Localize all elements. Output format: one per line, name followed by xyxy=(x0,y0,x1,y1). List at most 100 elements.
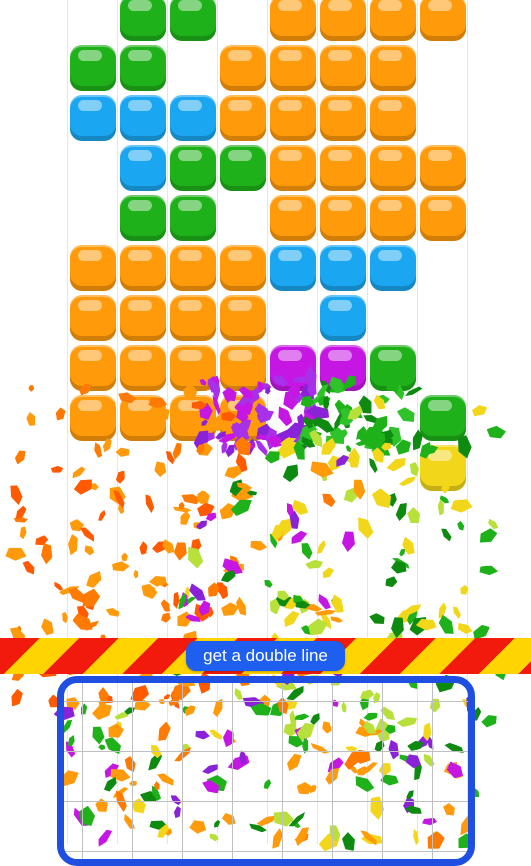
block-shard xyxy=(304,558,325,570)
block-shard xyxy=(483,423,509,441)
block-o xyxy=(120,345,166,391)
block-o xyxy=(70,295,116,341)
block-o xyxy=(420,0,466,41)
block-b xyxy=(370,245,416,291)
block-shard xyxy=(456,520,466,532)
block-o xyxy=(70,245,116,291)
block-shard xyxy=(475,564,499,576)
block-o xyxy=(320,95,366,141)
block-g xyxy=(170,145,216,191)
block-shard xyxy=(93,442,103,459)
block-shard xyxy=(3,546,28,562)
block-shard xyxy=(264,578,273,588)
block-g xyxy=(120,195,166,241)
block-b xyxy=(120,95,166,141)
block-shard xyxy=(7,481,25,508)
block-shard xyxy=(26,411,37,428)
block-o xyxy=(220,95,266,141)
block-shard xyxy=(14,506,28,520)
block-shard xyxy=(19,525,28,540)
block-o xyxy=(270,0,316,41)
block-o xyxy=(320,0,366,41)
block-shard xyxy=(83,543,95,556)
block-b xyxy=(170,95,216,141)
block-shard xyxy=(280,608,301,629)
block-b xyxy=(320,245,366,291)
block-shard xyxy=(14,448,25,466)
piece-tray[interactable] xyxy=(57,676,475,866)
block-o xyxy=(70,345,116,391)
block-shard xyxy=(394,502,409,522)
block-o xyxy=(270,45,316,91)
block-shard xyxy=(458,584,470,597)
block-shard xyxy=(329,615,343,623)
block-shard xyxy=(10,688,24,707)
block-b xyxy=(270,245,316,291)
block-b xyxy=(120,145,166,191)
block-shard xyxy=(398,474,418,487)
block-g xyxy=(220,145,266,191)
block-shard xyxy=(21,560,37,575)
block-shard xyxy=(320,565,335,580)
block-o xyxy=(270,145,316,191)
block-shard xyxy=(472,404,488,417)
block-o xyxy=(370,45,416,91)
block-shard xyxy=(50,465,64,474)
double-line-hint: get a double line xyxy=(186,641,345,671)
block-shard xyxy=(477,527,500,543)
block-g xyxy=(170,0,216,41)
block-g xyxy=(420,395,466,441)
block-o xyxy=(320,195,366,241)
block-shard xyxy=(448,496,474,514)
block-shard xyxy=(357,514,375,542)
block-b xyxy=(70,95,116,141)
block-shard xyxy=(339,526,357,554)
block-o xyxy=(120,295,166,341)
block-o xyxy=(320,145,366,191)
block-shard xyxy=(480,712,500,730)
block-shard xyxy=(246,539,268,551)
block-shard xyxy=(160,598,173,613)
block-o xyxy=(170,245,216,291)
block-g xyxy=(120,0,166,41)
block-shard xyxy=(345,444,352,454)
block-shard xyxy=(370,485,394,511)
block-shard xyxy=(385,455,410,474)
block-shard xyxy=(299,539,315,561)
block-shard xyxy=(368,612,388,625)
block-o xyxy=(420,195,466,241)
block-o xyxy=(170,295,216,341)
block-o xyxy=(270,195,316,241)
block-shard xyxy=(172,538,189,563)
block-shard xyxy=(41,618,55,637)
block-shard xyxy=(119,551,128,562)
block-o xyxy=(370,195,416,241)
block-shard xyxy=(55,407,66,421)
block-shard xyxy=(405,506,423,528)
block-shard xyxy=(71,465,86,481)
block-g xyxy=(170,195,216,241)
block-g xyxy=(120,45,166,91)
block-o xyxy=(420,145,466,191)
block-o xyxy=(220,245,266,291)
block-shard xyxy=(138,539,149,557)
block-shard xyxy=(105,608,122,617)
block-shard xyxy=(395,407,418,424)
block-o xyxy=(320,45,366,91)
block-shard xyxy=(27,383,35,392)
block-o xyxy=(220,295,266,341)
block-shard xyxy=(323,491,336,508)
block-b xyxy=(320,295,366,341)
block-o xyxy=(370,0,416,41)
block-shard xyxy=(384,575,398,588)
block-shard xyxy=(133,569,140,580)
block-shard xyxy=(456,622,474,637)
block-shard xyxy=(108,560,132,574)
block-shard xyxy=(440,527,454,543)
block-shard xyxy=(451,604,462,620)
block-shard xyxy=(224,466,242,480)
block-shard xyxy=(14,517,29,523)
block-shard xyxy=(282,465,301,483)
block-shard xyxy=(161,613,171,624)
block-shard xyxy=(97,509,107,522)
